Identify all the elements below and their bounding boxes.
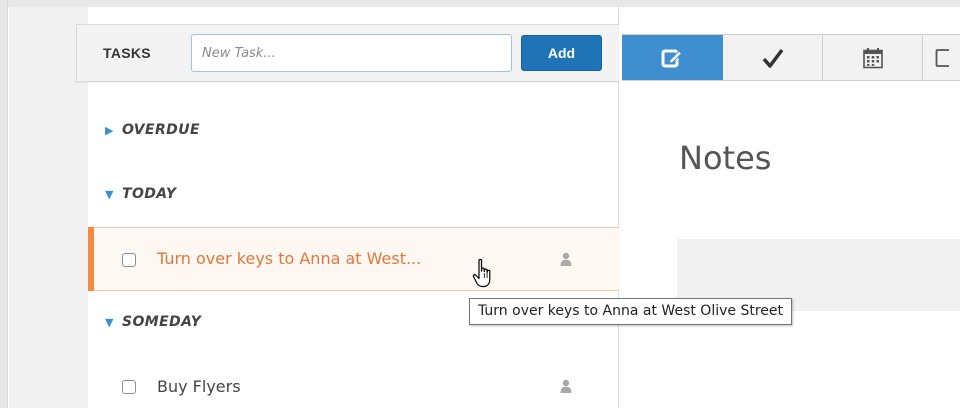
section-overdue-label: OVERDUE: [122, 122, 200, 138]
window-top-border: [0, 0, 960, 7]
expand-arrow-icon: ▶: [105, 124, 114, 137]
assignee-person-icon[interactable]: [560, 252, 572, 266]
notes-title: Notes: [679, 139, 772, 177]
tab-more[interactable]: [923, 35, 960, 80]
tab-tasks[interactable]: [723, 35, 823, 80]
new-task-input[interactable]: [191, 34, 512, 72]
task-checkbox[interactable]: [122, 380, 136, 394]
section-today-label: TODAY: [122, 186, 177, 202]
selected-accent-bar: [88, 227, 94, 291]
calendar-icon: [862, 47, 883, 68]
task-row[interactable]: Buy Flyers: [88, 366, 619, 408]
section-someday-toggle[interactable]: ▼ SOMEDAY: [105, 314, 201, 330]
section-someday-label: SOMEDAY: [122, 314, 202, 330]
partial-icon: [935, 48, 949, 67]
view-tab-bar: [622, 34, 960, 81]
collapse-arrow-icon: ▼: [105, 316, 114, 329]
task-title-tooltip: Turn over keys to Anna at West Olive Str…: [469, 298, 792, 325]
collapse-arrow-icon: ▼: [105, 188, 114, 201]
tasks-toolbar: TASKS Add: [76, 24, 619, 82]
section-overdue-toggle[interactable]: ▶ OVERDUE: [105, 122, 200, 138]
add-task-button[interactable]: Add: [521, 35, 602, 71]
window-left-border: [0, 0, 8, 408]
assignee-person-icon[interactable]: [560, 379, 572, 393]
tab-calendar[interactable]: [823, 35, 923, 80]
tasks-label: TASKS: [103, 45, 151, 61]
task-checkbox[interactable]: [122, 253, 136, 267]
hand-cursor-icon: [472, 258, 491, 288]
task-row[interactable]: Turn over keys to Anna at West...: [88, 227, 619, 291]
edit-icon: [661, 49, 683, 67]
tab-edit[interactable]: [622, 35, 723, 80]
task-title[interactable]: Turn over keys to Anna at West...: [157, 249, 421, 268]
checkmark-icon: [762, 48, 783, 68]
section-today-toggle[interactable]: ▼ TODAY: [105, 186, 176, 202]
task-title[interactable]: Buy Flyers: [157, 377, 241, 396]
